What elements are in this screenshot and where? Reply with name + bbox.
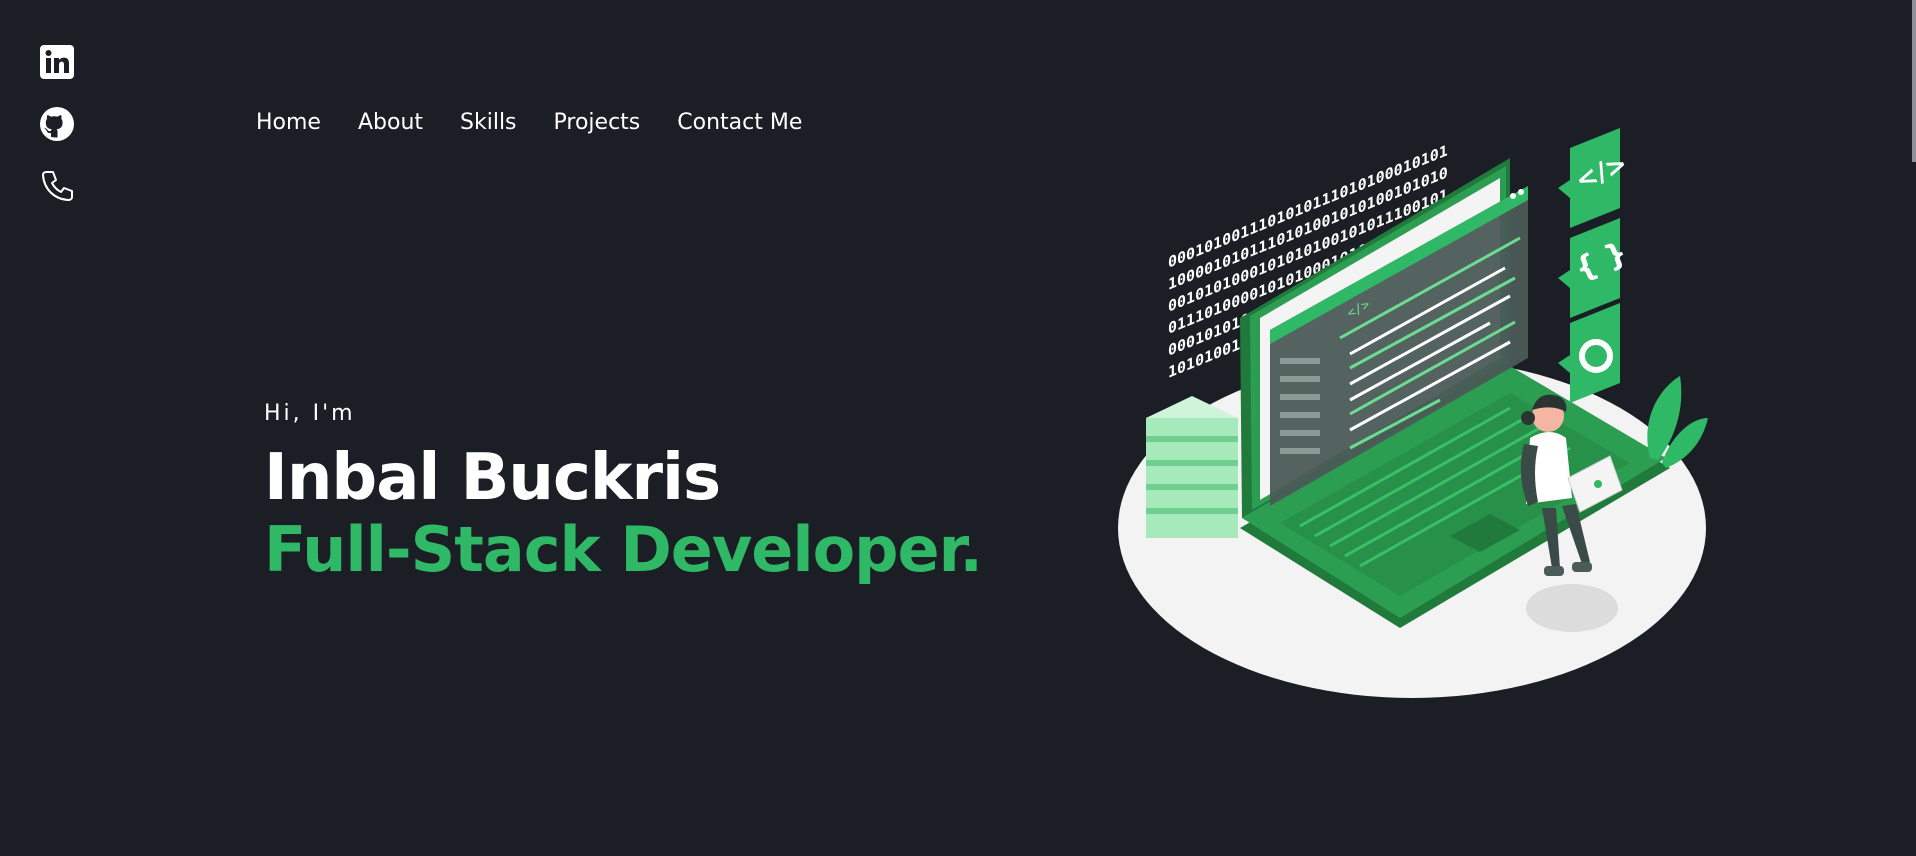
main-nav: Home About Skills Projects Contact Me: [256, 110, 802, 135]
nav-about[interactable]: About: [358, 110, 423, 135]
developer-illustration-graphic: 0001010011101010111010100010101 10000101…: [1118, 128, 1708, 698]
nav-home[interactable]: Home: [256, 110, 321, 135]
phone-icon: [42, 171, 73, 201]
github-link[interactable]: [38, 105, 76, 143]
nav-projects[interactable]: Projects: [554, 110, 641, 135]
linkedin-icon: [40, 45, 74, 79]
linkedin-link[interactable]: [38, 43, 76, 81]
scrollbar-thumb[interactable]: [1912, 0, 1916, 162]
braces-bubble-icon: { }: [1558, 218, 1632, 318]
phone-link[interactable]: [38, 167, 76, 205]
window-dot: [1518, 189, 1524, 195]
nav-skills[interactable]: Skills: [460, 110, 517, 135]
hero-role: Full-Stack Developer.: [264, 513, 983, 586]
social-sidebar: [38, 43, 76, 229]
github-icon: [40, 107, 74, 141]
hero-section: Hi, I'm Inbal Buckris Full-Stack Develop…: [264, 401, 983, 586]
nav-contact[interactable]: Contact Me: [677, 110, 802, 135]
hero-greeting: Hi, I'm: [264, 401, 356, 426]
code-bubble-icon: </>: [1558, 128, 1632, 228]
hero-name: Inbal Buckris: [264, 441, 721, 515]
plant-leaves: [1647, 376, 1708, 468]
portfolio-page: Home About Skills Projects Contact Me Hi…: [0, 0, 1916, 856]
developer-illustration: 0001010011101010111010100010101 10000101…: [1110, 118, 1710, 704]
window-dot: [1510, 193, 1516, 199]
server-stack: [1146, 396, 1238, 538]
